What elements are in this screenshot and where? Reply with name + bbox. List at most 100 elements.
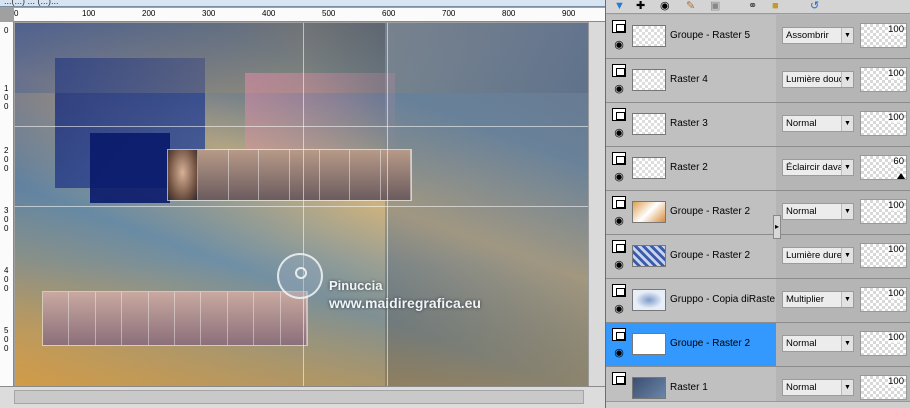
layer-row[interactable]: ◉ Raster 3 Normal ▼ 100 (606, 103, 910, 147)
opacity-value: 100 (888, 68, 904, 79)
layer-row[interactable]: ◉ Groupe - Raster 5 Assombrir ▼ 100 (606, 15, 910, 59)
chevron-down-icon: ▼ (841, 204, 853, 219)
guide-line (15, 126, 588, 127)
layer-thumbnail (632, 69, 666, 91)
opacity-slider[interactable]: 100 (860, 375, 907, 400)
layer-row[interactable]: ◉ Raster 2 Éclaircir davantage▼ 60 (606, 147, 910, 191)
ruler-label: 300 (4, 206, 9, 233)
layer-name: Raster 2 (670, 162, 708, 173)
opacity-slider[interactable]: 100 (860, 287, 907, 312)
visibility-icon[interactable]: ◉ (660, 0, 670, 12)
faces-strip-bottom (42, 291, 308, 346)
guide-line (387, 23, 388, 386)
layer-row[interactable]: Raster 1 Normal ▼ 100 (606, 367, 910, 401)
chevron-down-icon: ▼ (841, 248, 853, 263)
canvas-vertical-scrollbar[interactable] (588, 22, 605, 386)
opacity-slider[interactable]: 100 (860, 331, 907, 356)
layer-name: Groupe - Raster 5 (670, 30, 751, 41)
ruler-label: 600 (382, 9, 396, 18)
layer-type-icon (612, 64, 626, 77)
link-icon[interactable]: ⚭ (748, 0, 757, 12)
blend-mode-select[interactable]: Éclaircir davantage▼ (782, 159, 854, 176)
opacity-slider[interactable]: 100 (860, 67, 907, 92)
blend-mode-value: Normal (786, 338, 817, 349)
eye-icon[interactable]: ◉ (612, 215, 626, 228)
layer-thumbnail (632, 25, 666, 47)
mask-icon[interactable]: ▣ (710, 0, 720, 12)
image-canvas[interactable]: Pinuccia www.maidiregrafica.eu (15, 23, 588, 386)
scrollbar-thumb[interactable] (14, 390, 584, 404)
chevron-down-icon: ▼ (841, 336, 853, 351)
layer-type-icon (612, 108, 626, 121)
watermark-logo-icon (277, 253, 323, 299)
layer-row-selected[interactable]: ◉ Groupe - Raster 2 Normal ▼ 100 (606, 323, 910, 367)
layer-type-icon (612, 372, 626, 385)
watermark-name: Pinuccia (329, 278, 383, 293)
blend-mode-select[interactable]: Normal ▼ (782, 379, 854, 396)
layer-thumbnail (632, 157, 666, 179)
layer-name: Raster 1 (670, 382, 708, 393)
opacity-handle[interactable] (897, 173, 905, 179)
merge-icon[interactable]: ✚ (636, 0, 645, 12)
eye-icon[interactable]: ◉ (612, 127, 626, 140)
eye-icon[interactable]: ◉ (612, 83, 626, 96)
opacity-value: 100 (888, 376, 904, 387)
blend-mode-select[interactable]: Multiplier ▼ (782, 291, 854, 308)
layer-name: Groupe - Raster 2 (670, 250, 751, 261)
ruler-label: 700 (442, 9, 456, 18)
layer-row[interactable]: ◉ Groupe - Raster 2 Lumière dure ▼ 100 (606, 235, 910, 279)
eye-icon[interactable]: ◉ (612, 171, 626, 184)
layer-name: Raster 3 (670, 118, 708, 129)
ruler-label: 500 (322, 9, 336, 18)
layer-row[interactable]: ◉ Raster 4 Lumière douce ▼ 100 (606, 59, 910, 103)
opacity-value: 100 (888, 112, 904, 123)
layer-type-icon (612, 20, 626, 33)
group-expand-handle[interactable]: ▸ (773, 215, 781, 239)
image-title-bar[interactable]: ...(...) ... (...)... (0, 0, 605, 7)
navy-square (90, 133, 170, 203)
blend-mode-select[interactable]: Assombrir ▼ (782, 27, 854, 44)
eye-icon[interactable]: ◉ (612, 303, 626, 316)
layers-horizontal-scrollbar[interactable] (606, 401, 910, 408)
blend-mode-select[interactable]: Normal ▼ (782, 203, 854, 220)
chevron-down-icon: ▼ (841, 160, 853, 175)
eye-icon[interactable]: ◉ (612, 259, 626, 272)
opacity-slider[interactable]: 100 (860, 199, 907, 224)
watermark: Pinuccia www.maidiregrafica.eu (277, 253, 497, 313)
blend-mode-value: Multiplier (786, 294, 825, 305)
blend-mode-select[interactable]: Normal ▼ (782, 335, 854, 352)
opacity-value: 100 (888, 244, 904, 255)
edit-icon[interactable]: ✎ (686, 0, 695, 12)
canvas-horizontal-scrollbar[interactable] (0, 386, 605, 408)
chevron-down-icon: ▼ (841, 72, 853, 87)
chevron-down-icon: ▼ (841, 28, 853, 43)
vertical-ruler: 0 100 200 300 400 500 (0, 22, 14, 386)
layer-row[interactable]: ◉ Groupe - Raster 2 Normal ▼ 100 (606, 191, 910, 235)
watermark-url: www.maidiregrafica.eu (329, 295, 481, 311)
undo-icon[interactable]: ↺ (810, 0, 819, 12)
layer-type-icon (612, 152, 626, 165)
faces-strip-top (167, 149, 412, 201)
opacity-slider[interactable]: 100 (860, 111, 907, 136)
ruler-label: 100 (4, 84, 9, 111)
eye-icon[interactable]: ◉ (612, 39, 626, 52)
lock-icon[interactable]: ■ (772, 0, 779, 12)
blend-mode-select[interactable]: Normal ▼ (782, 115, 854, 132)
ruler-label: 0 (14, 9, 19, 18)
ruler-label: 900 (562, 9, 576, 18)
eye-icon[interactable]: ◉ (612, 347, 626, 360)
blend-mode-value: Lumière douce (786, 74, 849, 85)
layer-thumbnail (632, 333, 666, 355)
blend-mode-value: Lumière dure (786, 250, 842, 261)
layer-type-icon (612, 240, 626, 253)
pink-triangle (245, 73, 395, 153)
layer-row[interactable]: ◉ Gruppo - Copia diRaster 1 Multiplier▼ … (606, 279, 910, 323)
layers-panel: ▼ ✚ ◉ ✎ ▣ ⚭ ■ ↺ ◉ Groupe - Raster 5 Asso… (605, 0, 910, 408)
blend-mode-select[interactable]: Lumière douce ▼ (782, 71, 854, 88)
new-layer-icon[interactable]: ▼ (614, 0, 625, 12)
opacity-slider[interactable]: 100 (860, 243, 907, 268)
blend-mode-select[interactable]: Lumière dure ▼ (782, 247, 854, 264)
opacity-slider[interactable]: 60 (860, 155, 907, 180)
layer-type-icon (612, 328, 626, 341)
opacity-slider[interactable]: 100 (860, 23, 907, 48)
